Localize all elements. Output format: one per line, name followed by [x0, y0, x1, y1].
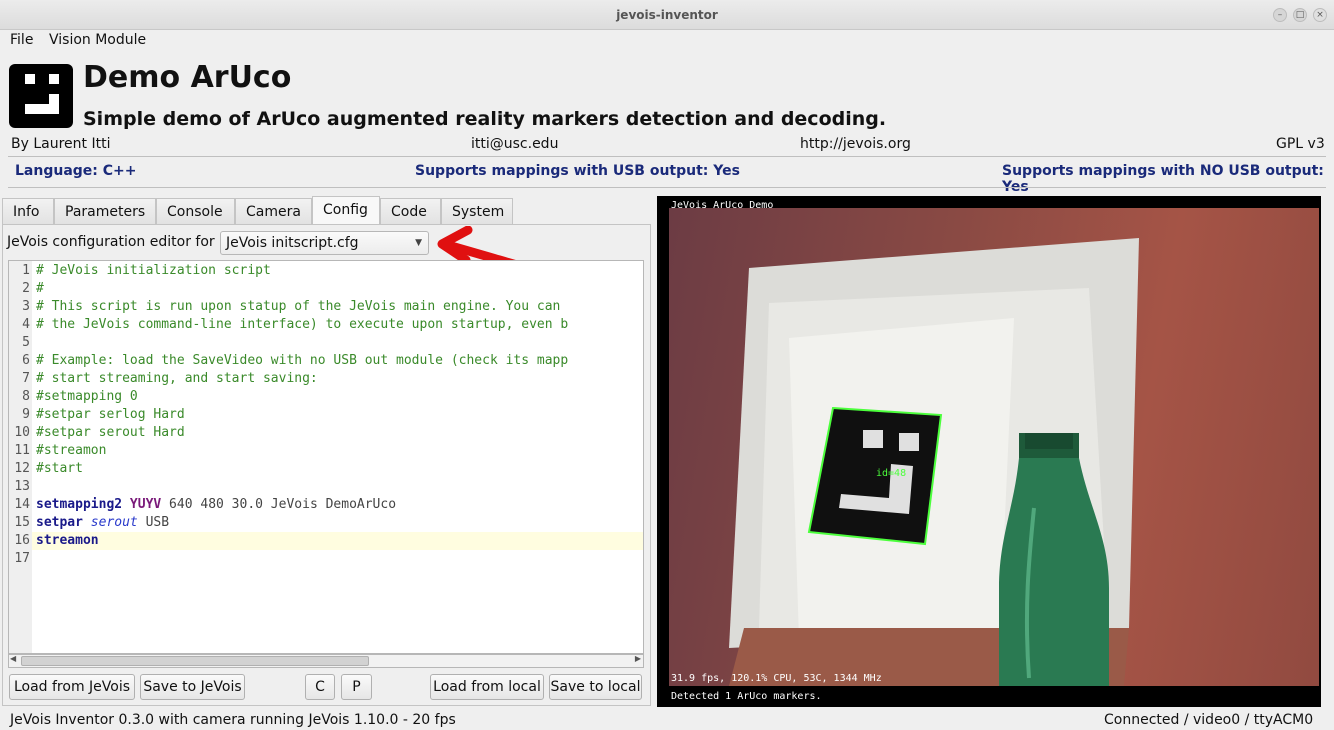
p-button[interactable]: P: [341, 674, 372, 700]
code-args: USB: [137, 515, 170, 530]
tab-code[interactable]: Code: [380, 198, 441, 224]
code-param: serout: [90, 515, 138, 530]
code-line: #setpar serlog Hard: [36, 407, 185, 422]
divider: [8, 156, 1326, 157]
line-number: 9: [22, 407, 30, 422]
code-pixel-format: YUYV: [129, 497, 162, 512]
line-number: 11: [14, 443, 30, 458]
code-line: # JeVois initialization script: [36, 263, 271, 278]
line-number: 3: [22, 299, 30, 314]
line-number: 16: [14, 533, 30, 548]
menubar: File Vision Module: [0, 30, 1334, 52]
marker-id-label: id=48: [876, 468, 907, 479]
code-line: # Example: load the SaveVideo with no US…: [36, 353, 569, 368]
line-number: 15: [14, 515, 30, 530]
video-preview: JeVois ArUco Demo id=48 31.9 fps, 120.1%…: [657, 196, 1321, 707]
code-command: setpar: [36, 515, 83, 530]
scrollbar-thumb[interactable]: [21, 656, 369, 666]
load-from-jevois-button[interactable]: Load from JeVois: [9, 674, 135, 700]
code-line: # This script is run upon statup of the …: [36, 299, 561, 314]
code-line: setpar serout USB: [36, 515, 169, 530]
module-author: By Laurent Itti: [11, 136, 111, 152]
video-overlay-title: JeVois ArUco Demo: [671, 200, 774, 211]
code-line: setmapping2 YUYV 640 480 30.0 JeVois Dem…: [36, 497, 396, 512]
scroll-right-icon[interactable]: ▶: [635, 654, 641, 663]
line-number-gutter: 1 2 3 4 5 6 7 8 9 10 11 12 13 14 15 16 1…: [9, 261, 32, 653]
chevron-down-icon: ▼: [415, 238, 422, 248]
current-line-highlight: [32, 532, 643, 550]
line-number: 17: [14, 551, 30, 566]
module-title: Demo ArUco: [83, 60, 292, 95]
save-to-jevois-button[interactable]: Save to JeVois: [140, 674, 245, 700]
tab-parameters[interactable]: Parameters: [54, 198, 156, 224]
code-args: 640 480 30.0 JeVois DemoArUco: [161, 497, 397, 512]
menu-file[interactable]: File: [10, 32, 33, 48]
line-number: 8: [22, 389, 30, 404]
detection-message: Detected 1 ArUco markers.: [671, 691, 822, 702]
minimize-icon[interactable]: –: [1273, 8, 1287, 22]
code-line: # start streaming, and start saving:: [36, 371, 318, 386]
line-number: 10: [14, 425, 30, 440]
module-subtitle: Simple demo of ArUco augmented reality m…: [83, 108, 887, 130]
line-number: 12: [14, 461, 30, 476]
video-stats: 31.9 fps, 120.1% CPU, 53C, 1344 MHz: [671, 673, 882, 684]
tab-camera[interactable]: Camera: [235, 198, 312, 224]
tab-system[interactable]: System: [441, 198, 513, 224]
module-license: GPL v3: [1276, 136, 1325, 152]
code-line: #start: [36, 461, 83, 476]
code-editor[interactable]: 1 2 3 4 5 6 7 8 9 10 11 12 13 14 15 16 1…: [8, 260, 644, 654]
camera-image: [669, 208, 1319, 686]
no-usb-output-support: Supports mappings with NO USB output: Ye…: [1002, 163, 1324, 195]
code-line: streamon: [36, 533, 99, 548]
code-line: #setmapping 0: [36, 389, 138, 404]
status-connection: Connected / video0 / ttyACM0: [1104, 712, 1314, 728]
code-command: setmapping2: [36, 497, 123, 512]
usb-output-support: Supports mappings with USB output: Yes: [415, 163, 740, 179]
close-icon[interactable]: ×: [1313, 8, 1327, 22]
line-number: 14: [14, 497, 30, 512]
line-number: 6: [22, 353, 30, 368]
line-number: 7: [22, 371, 30, 386]
editor-label: JeVois configuration editor for: [7, 234, 215, 250]
editor-horizontal-scrollbar[interactable]: ◀ ▶: [8, 654, 644, 668]
module-logo-icon: [9, 64, 73, 128]
c-button[interactable]: C: [305, 674, 335, 700]
window-title: jevois-inventor: [616, 8, 718, 22]
status-left: JeVois Inventor 0.3.0 with camera runnin…: [10, 712, 456, 728]
module-url: http://jevois.org: [800, 136, 911, 152]
config-file-select-value: JeVois initscript.cfg: [226, 235, 359, 251]
line-number: 1: [22, 263, 30, 278]
tab-config[interactable]: Config: [312, 196, 380, 225]
code-line: #streamon: [36, 443, 107, 458]
window-titlebar: jevois-inventor: [0, 0, 1334, 30]
tab-console[interactable]: Console: [156, 198, 235, 224]
code-command: streamon: [36, 533, 99, 548]
menu-vision-module[interactable]: Vision Module: [49, 32, 146, 48]
camera-scene: [729, 238, 1139, 686]
code-line: #: [36, 281, 44, 296]
line-number: 4: [22, 317, 30, 332]
module-email: itti@usc.edu: [471, 136, 559, 152]
divider: [8, 187, 1326, 188]
scroll-left-icon[interactable]: ◀: [10, 654, 16, 663]
code-line: # the JeVois command-line interface) to …: [36, 317, 569, 332]
maximize-icon[interactable]: □: [1293, 8, 1307, 22]
line-number: 13: [14, 479, 30, 494]
line-number: 5: [22, 335, 30, 350]
load-from-local-button[interactable]: Load from local: [430, 674, 544, 700]
line-number: 2: [22, 281, 30, 296]
module-language: Language: C++: [15, 163, 137, 179]
save-to-local-button[interactable]: Save to local: [549, 674, 642, 700]
config-file-select[interactable]: JeVois initscript.cfg ▼: [220, 231, 429, 255]
tab-info[interactable]: Info: [2, 198, 54, 224]
code-line: #setpar serout Hard: [36, 425, 185, 440]
